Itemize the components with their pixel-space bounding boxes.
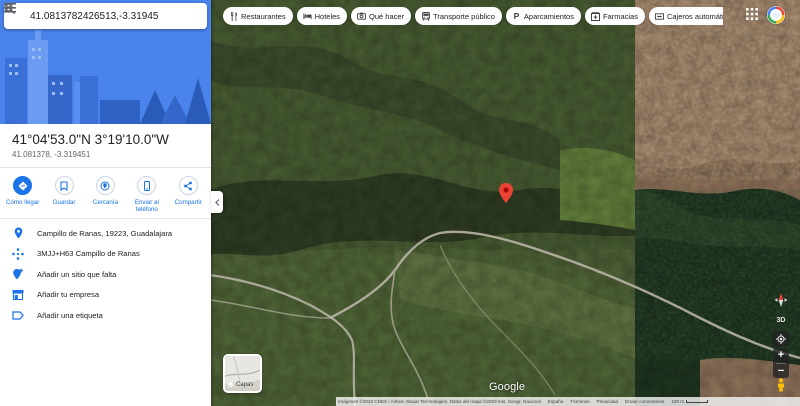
parking-icon: P <box>513 11 520 21</box>
send-to-phone-label: Enviar al teléfono <box>134 199 159 214</box>
nearby-button[interactable]: Cercanía <box>86 176 124 218</box>
chevron-left-icon <box>214 198 219 206</box>
chip-parking[interactable]: P Aparcamientos <box>505 7 581 25</box>
avatar[interactable] <box>767 6 785 24</box>
location-pin-icon <box>11 226 25 240</box>
hotel-icon <box>303 12 312 21</box>
add-label-row[interactable]: Añadir una etiqueta <box>0 305 211 326</box>
plus-code-row[interactable]: 3MJJ+H63 Campillo de Ranas <box>0 244 211 265</box>
zoom-out-button[interactable]: − <box>773 364 789 379</box>
layers-label-group: Capas <box>227 382 253 388</box>
imagery-attribution: Imágenes ©2023 CNES / Airbus, Maxar Tech… <box>338 399 541 404</box>
layers-icon <box>227 382 234 388</box>
search-box[interactable] <box>4 3 207 29</box>
nearby-icon <box>95 176 115 195</box>
plus-code-icon <box>11 247 25 261</box>
chip-atms[interactable]: Cajeros automáticos <box>648 7 723 25</box>
chip-pharmacies[interactable]: Farmacias <box>584 7 645 25</box>
my-location-button[interactable] <box>773 331 789 347</box>
add-missing-place-text: Añadir un sitio que falta <box>37 269 117 279</box>
add-missing-place-row[interactable]: Añadir un sitio que falta <box>0 264 211 285</box>
collapse-panel-button[interactable] <box>211 191 223 213</box>
chip-restaurants[interactable]: Restaurantes <box>223 7 293 25</box>
directions-label: Cómo llegar <box>6 199 40 206</box>
send-to-phone-button[interactable]: Enviar al teléfono <box>128 176 166 218</box>
label-icon <box>11 308 25 322</box>
directions-button[interactable]: Cómo llegar <box>4 176 42 218</box>
tilt-3d-button[interactable]: 3D <box>773 313 789 327</box>
apps-grid-icon[interactable] <box>745 7 759 21</box>
chip-parking-label: Aparcamientos <box>523 11 574 21</box>
country-link[interactable]: España <box>548 399 564 404</box>
place-header: 41°04'53.0"N 3°19'10.0"W 41.081378, -3.3… <box>0 124 211 159</box>
close-icon[interactable] <box>4 3 207 29</box>
avatar-icon <box>767 6 785 24</box>
chip-pharmacies-label: Farmacias <box>602 11 638 21</box>
compass-icon <box>774 293 788 307</box>
place-decimal-coords[interactable]: 41.081378, -3.319451 <box>12 150 199 159</box>
address-row[interactable]: Campillo de Ranas, 19223, Guadalajara <box>0 223 211 244</box>
directions-icon <box>13 176 33 195</box>
transit-icon <box>421 11 430 21</box>
add-label-text: Añadir una etiqueta <box>37 310 103 320</box>
place-panel: 41°04'53.0"N 3°19'10.0"W 41.081378, -3.3… <box>0 0 211 406</box>
layers-label: Capas <box>236 382 254 388</box>
chip-transit[interactable]: Transporte público <box>415 7 502 25</box>
address-text: Campillo de Ranas, 19223, Guadalajara <box>37 228 173 238</box>
chip-transit-label: Transporte público <box>433 11 495 21</box>
search-icon[interactable] <box>4 3 183 29</box>
business-icon <box>11 288 25 302</box>
my-location-icon <box>776 334 786 344</box>
scale-indicator[interactable]: 100 m <box>671 399 715 404</box>
add-business-text: Añadir tu empresa <box>37 290 100 300</box>
chip-hotels-label: Hoteles <box>314 11 341 21</box>
scale-label: 100 m <box>671 399 685 404</box>
attribution-bar: Imágenes ©2023 CNES / Airbus, Maxar Tech… <box>336 397 800 406</box>
nearby-label: Cercanía <box>92 199 119 206</box>
compass-button[interactable] <box>773 292 789 308</box>
google-logo: Google <box>489 381 526 393</box>
restaurant-icon <box>229 11 238 21</box>
location-pin-marker[interactable] <box>499 183 513 203</box>
share-icon <box>178 176 198 195</box>
place-title: 41°04'53.0"N 3°19'10.0"W <box>12 132 169 147</box>
pegman-icon <box>778 378 784 392</box>
chip-atms-label: Cajeros automáticos <box>666 11 723 21</box>
place-hero-illustration <box>0 0 211 124</box>
plus-code-text: 3MJJ+H63 Campillo de Ranas <box>37 249 140 259</box>
scale-bar <box>686 400 709 403</box>
search-input[interactable] <box>30 10 159 22</box>
share-label: Compartir <box>174 199 202 206</box>
camera-icon <box>357 12 367 21</box>
chip-things-to-do-label: Qué hacer <box>369 11 405 21</box>
phone-icon <box>137 176 157 195</box>
chip-hotels[interactable]: Hoteles <box>296 7 348 25</box>
place-info-list: Campillo de Ranas, 19223, Guadalajara 3M… <box>0 219 211 326</box>
chip-things-to-do[interactable]: Qué hacer <box>351 7 412 25</box>
action-buttons: Cómo llegar Guardar Cercanía Enviar al t… <box>0 168 211 218</box>
category-chips: Restaurantes Hoteles Qué hacer Transport… <box>223 7 723 25</box>
bookmark-icon <box>54 176 74 195</box>
zoom-in-button[interactable]: + <box>773 348 789 363</box>
add-business-row[interactable]: Añadir tu empresa <box>0 285 211 306</box>
zoom-control: + − <box>773 348 789 378</box>
chip-restaurants-label: Restaurantes <box>241 11 286 21</box>
feedback-link[interactable]: Enviar comentarios <box>625 399 664 404</box>
share-button[interactable]: Compartir <box>169 176 207 218</box>
layers-button[interactable]: Capas <box>223 354 262 393</box>
privacy-link[interactable]: Privacidad <box>597 399 618 404</box>
save-button[interactable]: Guardar <box>45 176 83 218</box>
street-view-pegman[interactable] <box>774 378 788 392</box>
add-place-icon <box>11 267 25 281</box>
google-maps-window: 41°04'53.0"N 3°19'10.0"W 41.081378, -3.3… <box>0 0 800 406</box>
terms-link[interactable]: Términos <box>570 399 589 404</box>
save-label: Guardar <box>52 199 76 206</box>
pharmacy-icon <box>590 11 600 21</box>
atm-icon <box>654 12 664 21</box>
